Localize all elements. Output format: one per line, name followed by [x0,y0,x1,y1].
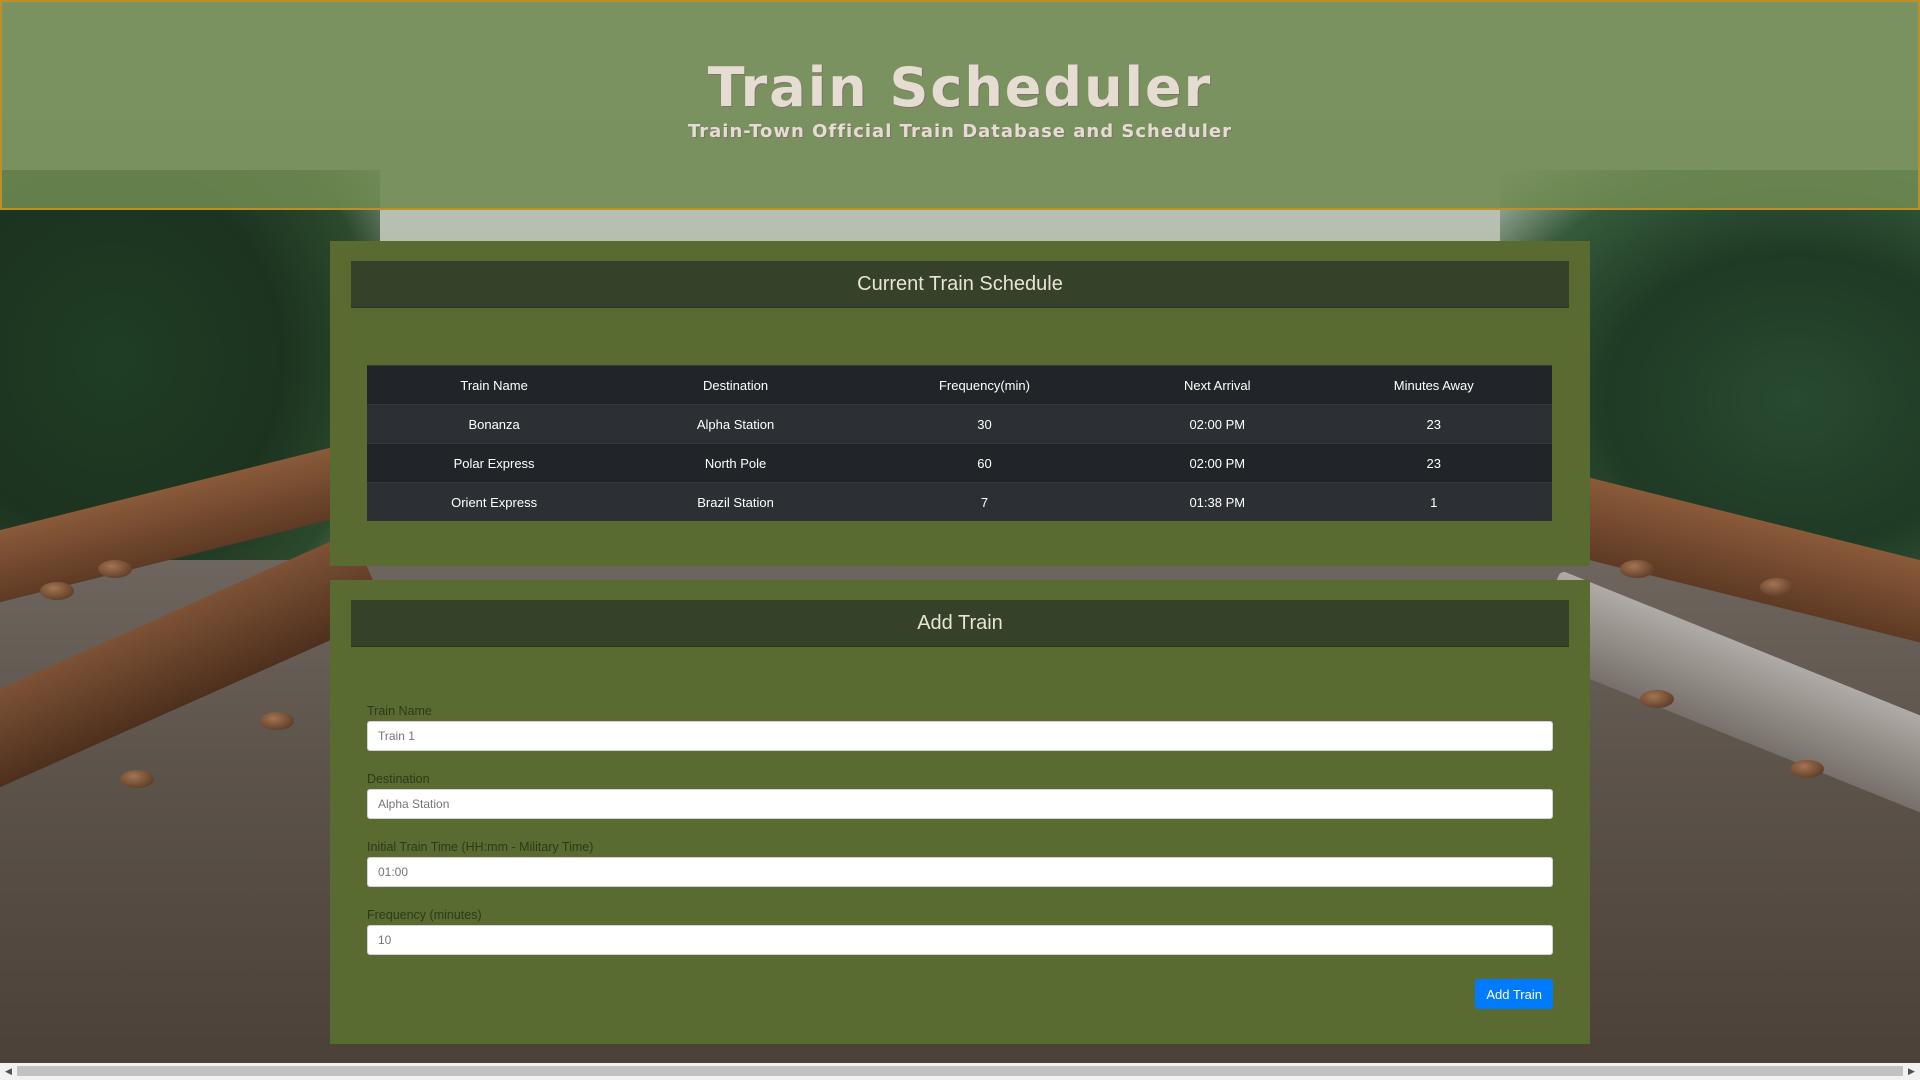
scroll-left-arrow-icon[interactable]: ◀ [0,1063,17,1080]
cell-next-arrival: 02:00 PM [1119,443,1316,483]
column-header-train-name: Train Name [367,365,622,405]
table-row: Orient Express Brazil Station 7 01:38 PM… [367,482,1552,521]
scroll-right-arrow-icon[interactable]: ▶ [1903,1063,1920,1080]
cell-train-name: Bonanza [367,404,622,444]
column-header-minutes-away: Minutes Away [1315,365,1552,405]
cell-destination: North Pole [621,443,850,483]
schedule-table: Train Name Destination Frequency(min) Ne… [367,365,1552,521]
rail-bolt [1760,578,1794,596]
scrollbar-thumb[interactable] [17,1066,1903,1076]
table-row: Polar Express North Pole 60 02:00 PM 23 [367,443,1552,483]
destination-field-group: Destination [367,769,1553,819]
first-train-time-field-group: Initial Train Time (HH:mm - Military Tim… [367,837,1553,887]
add-train-form: Train Name Destination Initial Train Tim… [367,701,1553,973]
first-train-time-label: Initial Train Time (HH:mm - Military Tim… [367,840,594,854]
cell-frequency: 30 [849,404,1120,444]
rail-bolt [120,770,154,788]
cell-frequency: 60 [849,443,1120,483]
rail-bolt [98,560,132,578]
add-train-button[interactable]: Add Train [1475,979,1553,1009]
add-train-panel: Add Train Train Name Destination Initial… [330,580,1590,1044]
column-header-frequency: Frequency(min) [849,365,1120,405]
rail-bolt [40,582,74,600]
rail-bolt [1620,560,1654,578]
cell-destination: Brazil Station [621,482,850,521]
train-name-field-group: Train Name [367,701,1553,751]
destination-input[interactable] [367,789,1553,819]
cell-next-arrival: 02:00 PM [1119,404,1316,444]
rail-bolt [1640,690,1674,708]
horizontal-scrollbar[interactable]: ◀ ▶ [0,1063,1920,1080]
cell-next-arrival: 01:38 PM [1119,482,1316,521]
table-header-row: Train Name Destination Frequency(min) Ne… [367,365,1552,405]
column-header-destination: Destination [621,365,850,405]
destination-label: Destination [367,772,430,786]
cell-minutes-away: 23 [1315,443,1552,483]
schedule-panel-heading: Current Train Schedule [351,261,1569,308]
table-row: Bonanza Alpha Station 30 02:00 PM 23 [367,404,1552,444]
frequency-field-group: Frequency (minutes) [367,905,1553,955]
cell-minutes-away: 1 [1315,482,1552,521]
header-banner: Train Scheduler Train-Town Official Trai… [0,0,1920,210]
page-title: Train Scheduler [707,56,1213,119]
cell-train-name: Polar Express [367,443,622,483]
cell-minutes-away: 23 [1315,404,1552,444]
train-name-input[interactable] [367,721,1553,751]
frequency-label: Frequency (minutes) [367,908,482,922]
schedule-panel: Current Train Schedule Train Name Destin… [330,241,1590,566]
page-subtitle: Train-Town Official Train Database and S… [687,121,1232,142]
cell-train-name: Orient Express [367,482,622,521]
cell-destination: Alpha Station [621,404,850,444]
add-train-panel-heading: Add Train [351,600,1569,647]
cell-frequency: 7 [849,482,1120,521]
rail-bolt [1790,760,1824,778]
column-header-next-arrival: Next Arrival [1119,365,1316,405]
frequency-input[interactable] [367,925,1553,955]
rail-bolt [260,712,294,730]
train-name-label: Train Name [367,704,432,718]
first-train-time-input[interactable] [367,857,1553,887]
